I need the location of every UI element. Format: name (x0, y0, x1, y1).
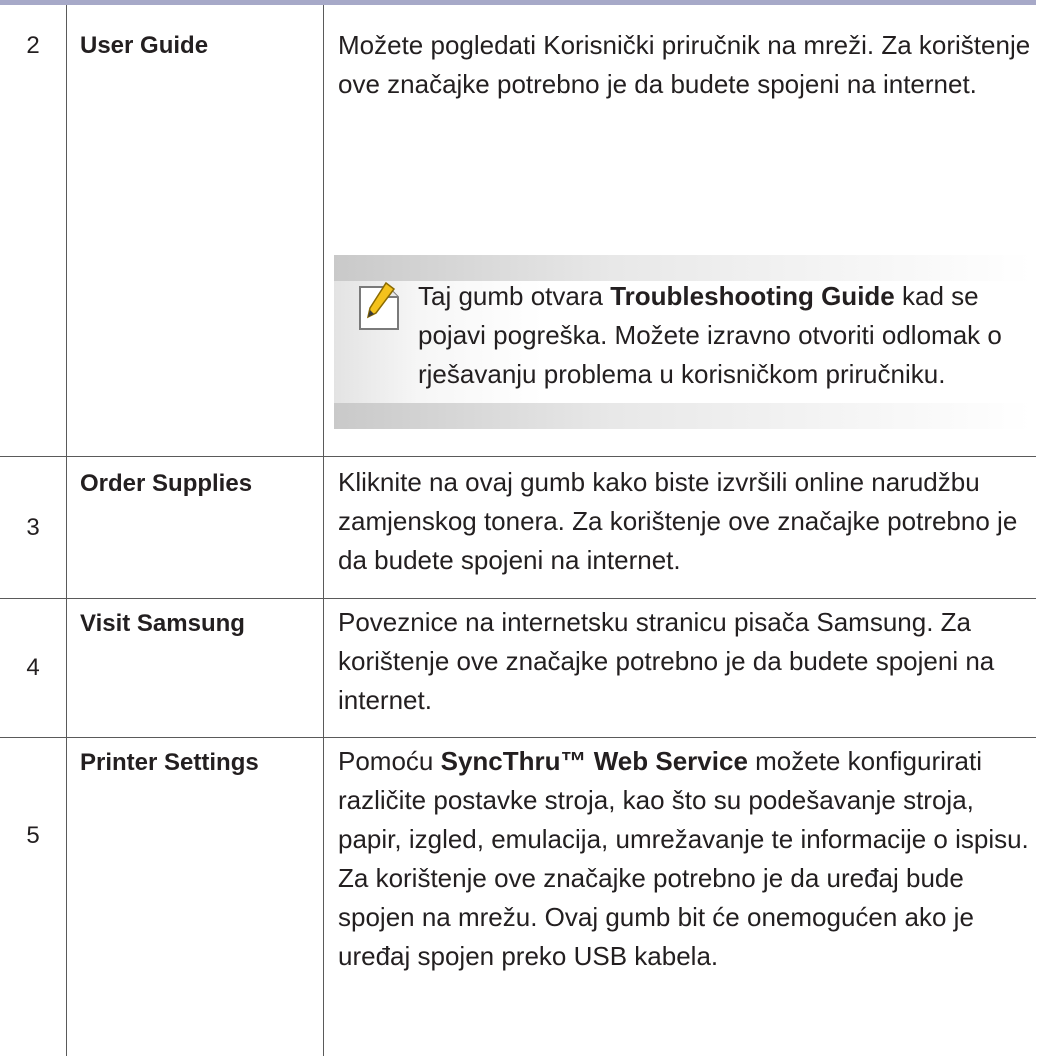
row-number: 3 (26, 514, 40, 541)
feature-name: Visit Samsung (80, 610, 245, 637)
feature-description: Poveznice na internetsku stranicu pisača… (338, 607, 995, 715)
feature-name: User Guide (80, 32, 209, 59)
row-number: 2 (26, 32, 40, 59)
row-number: 4 (26, 654, 40, 681)
row-divider (0, 598, 1036, 599)
note-text-bold: Troubleshooting Guide (610, 281, 895, 311)
feature-name: Order Supplies (80, 470, 253, 497)
column-divider-2 (323, 5, 324, 1056)
note-text: Taj gumb otvara Troubleshooting Guide ka… (418, 277, 1030, 394)
note-text-before: Taj gumb otvara (418, 281, 611, 311)
feature-description: Kliknite na ovaj gumb kako biste izvršil… (338, 467, 1018, 575)
note-pencil-icon (359, 281, 399, 330)
row-divider (0, 737, 1036, 738)
note-band-bottom (334, 403, 1032, 429)
row-number: 5 (26, 822, 40, 849)
document-page: 2 User Guide Možete pogledati Korisnički… (0, 0, 1056, 1056)
description-bold: SyncThru™ Web Service (440, 746, 748, 776)
header-bar (0, 0, 1036, 5)
feature-description: Možete pogledati Korisnički priručnik na… (338, 30, 1031, 99)
note-box: Taj gumb otvara Troubleshooting Guide ka… (334, 255, 1032, 429)
column-divider-1 (66, 5, 67, 1056)
description-after: možete konfigurirati različite postavke … (338, 746, 1029, 971)
row-divider (0, 456, 1036, 457)
feature-description: Pomoću SyncThru™ Web Service možete konf… (338, 742, 1038, 976)
description-before: Pomoću (338, 746, 441, 776)
feature-name: Printer Settings (80, 749, 259, 776)
